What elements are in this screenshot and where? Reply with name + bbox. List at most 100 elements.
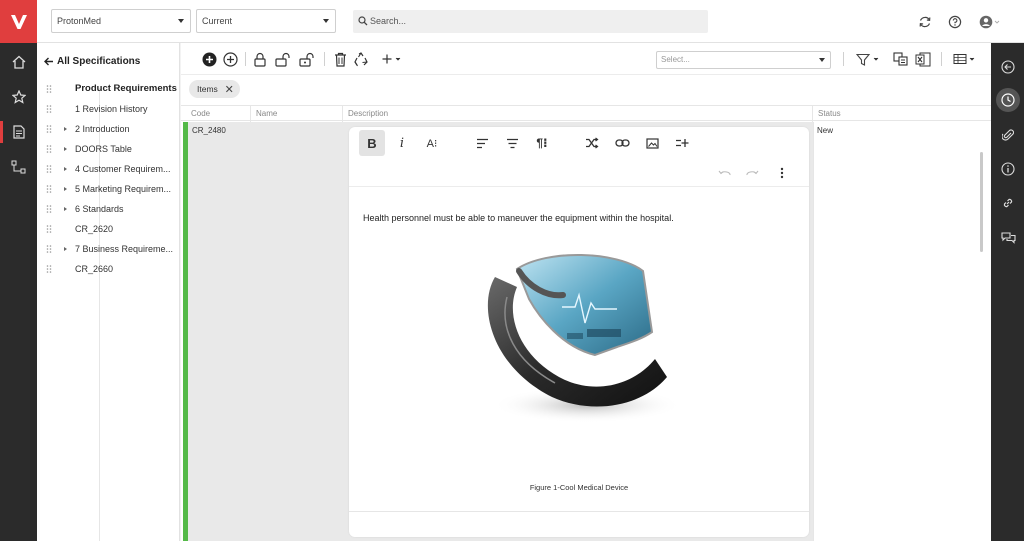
- tree-item[interactable]: 4 Customer Requirem...: [37, 159, 180, 179]
- redo-icon: [745, 170, 758, 176]
- status-cell[interactable]: New: [813, 122, 987, 541]
- items-chip[interactable]: Items ✕: [189, 80, 240, 98]
- table-row[interactable]: CR_2480 New B i A⁝ ¶⁝ Health personnel m…: [181, 122, 991, 541]
- tree-item[interactable]: 6 Standards: [37, 199, 180, 219]
- favorites-nav-button[interactable]: [0, 82, 37, 112]
- column-header-status[interactable]: Status: [813, 106, 987, 122]
- requirement-text[interactable]: Health personnel must be able to maneuve…: [363, 213, 674, 223]
- tree-item[interactable]: 1 Revision History: [37, 99, 180, 119]
- links-panel-button[interactable]: [996, 191, 1020, 215]
- drag-handle-icon[interactable]: [46, 125, 52, 133]
- collapse-panel-button[interactable]: [996, 55, 1020, 79]
- recycle-button[interactable]: [352, 50, 370, 68]
- tree-item[interactable]: CR_2620: [37, 219, 180, 239]
- drag-handle-icon[interactable]: [46, 165, 52, 173]
- view-select-placeholder: Select...: [661, 55, 690, 64]
- paragraph-button[interactable]: ¶⁝: [529, 130, 555, 156]
- grid-header: Code Name Description Status: [181, 105, 991, 122]
- drag-handle-icon[interactable]: [46, 85, 52, 93]
- drag-handle-icon[interactable]: [46, 105, 52, 113]
- drag-handle-icon[interactable]: [46, 145, 52, 153]
- column-header-description[interactable]: Description: [343, 106, 813, 122]
- history-panel-button[interactable]: [996, 88, 1020, 112]
- name-cell[interactable]: [251, 122, 343, 541]
- more-add-button[interactable]: [381, 50, 403, 68]
- search-input[interactable]: Search...: [353, 10, 708, 33]
- tree-root-title[interactable]: Product Requirements: [75, 83, 177, 94]
- view-select[interactable]: Select...: [656, 51, 831, 69]
- delete-button[interactable]: [331, 50, 349, 68]
- comments-panel-button[interactable]: [996, 225, 1020, 249]
- tree-item-label: 1 Revision History: [75, 104, 148, 114]
- unlock-button[interactable]: [274, 50, 292, 68]
- export-excel-button[interactable]: [914, 50, 932, 68]
- expand-arrow-icon[interactable]: [64, 247, 67, 251]
- toolbar-separator: [324, 52, 325, 66]
- home-nav-button[interactable]: [0, 47, 37, 77]
- undo-button[interactable]: [711, 160, 737, 186]
- project-select[interactable]: ProtonMed: [51, 9, 191, 33]
- info-panel-button[interactable]: [996, 157, 1020, 181]
- documents-nav-button[interactable]: [0, 117, 37, 147]
- tree-item[interactable]: 7 Business Requireme...: [37, 239, 180, 259]
- filter-icon: [856, 53, 879, 66]
- add-child-button[interactable]: [221, 50, 239, 68]
- bold-button[interactable]: B: [359, 130, 385, 156]
- column-header-code[interactable]: Code: [186, 106, 251, 122]
- tree-item[interactable]: 5 Marketing Requirem...: [37, 179, 180, 199]
- italic-button[interactable]: i: [389, 130, 415, 156]
- help-button[interactable]: [946, 13, 963, 30]
- add-item-button[interactable]: [200, 50, 218, 68]
- align-left-button[interactable]: [469, 130, 495, 156]
- font-size-button[interactable]: A⁝: [419, 130, 445, 156]
- medical-device-image[interactable]: [467, 237, 689, 427]
- lock-button[interactable]: [251, 50, 269, 68]
- insert-more-button[interactable]: [669, 130, 695, 156]
- unlock-all-button[interactable]: [298, 50, 316, 68]
- redo-button[interactable]: [739, 160, 765, 186]
- trash-icon: [334, 52, 346, 67]
- filter-chip-bar: Items ✕: [181, 76, 991, 104]
- version-select-value: Current: [202, 16, 233, 26]
- plus-dropdown-icon: [382, 54, 401, 64]
- home-icon: [12, 55, 25, 69]
- comments-icon: [1000, 231, 1016, 244]
- app-logo[interactable]: [0, 0, 37, 43]
- traceability-nav-button[interactable]: [0, 152, 37, 182]
- version-select[interactable]: Current: [196, 9, 336, 33]
- tree-item-label: DOORS Table: [75, 144, 132, 154]
- expand-arrow-icon[interactable]: [64, 167, 67, 171]
- expand-arrow-icon[interactable]: [64, 147, 67, 151]
- compare-button[interactable]: [891, 50, 909, 68]
- drag-handle-icon[interactable]: [46, 185, 52, 193]
- more-options-button[interactable]: [769, 160, 795, 186]
- align-center-icon: [506, 138, 518, 148]
- code-cell[interactable]: CR_2480: [188, 122, 251, 541]
- drag-handle-icon[interactable]: [46, 225, 52, 233]
- tree-item[interactable]: DOORS Table: [37, 139, 180, 159]
- drag-handle-icon[interactable]: [46, 265, 52, 273]
- tree-item[interactable]: 2 Introduction: [37, 119, 180, 139]
- expand-arrow-icon[interactable]: [64, 187, 67, 191]
- drag-handle-icon[interactable]: [46, 245, 52, 253]
- expand-arrow-icon[interactable]: [64, 127, 67, 131]
- link-button[interactable]: [609, 130, 635, 156]
- align-center-button[interactable]: [499, 130, 525, 156]
- refresh-button[interactable]: [916, 13, 933, 30]
- search-icon: [358, 16, 368, 26]
- attachments-panel-button[interactable]: [996, 123, 1020, 147]
- close-icon[interactable]: ✕: [225, 81, 234, 99]
- layout-button[interactable]: [952, 50, 978, 68]
- filter-button[interactable]: [855, 50, 881, 68]
- drag-handle-icon[interactable]: [46, 205, 52, 213]
- column-header-name[interactable]: Name: [251, 106, 343, 122]
- all-specifications-link[interactable]: All Specifications: [44, 56, 140, 67]
- tree-item-label: 4 Customer Requirem...: [75, 164, 171, 174]
- vertical-scrollbar[interactable]: [980, 152, 983, 252]
- shuffle-button[interactable]: [579, 130, 605, 156]
- editor-divider: [349, 511, 809, 512]
- user-menu-button[interactable]: [978, 13, 1002, 30]
- tree-item[interactable]: CR_2660: [37, 259, 180, 279]
- insert-image-button[interactable]: [639, 130, 665, 156]
- expand-arrow-icon[interactable]: [64, 207, 67, 211]
